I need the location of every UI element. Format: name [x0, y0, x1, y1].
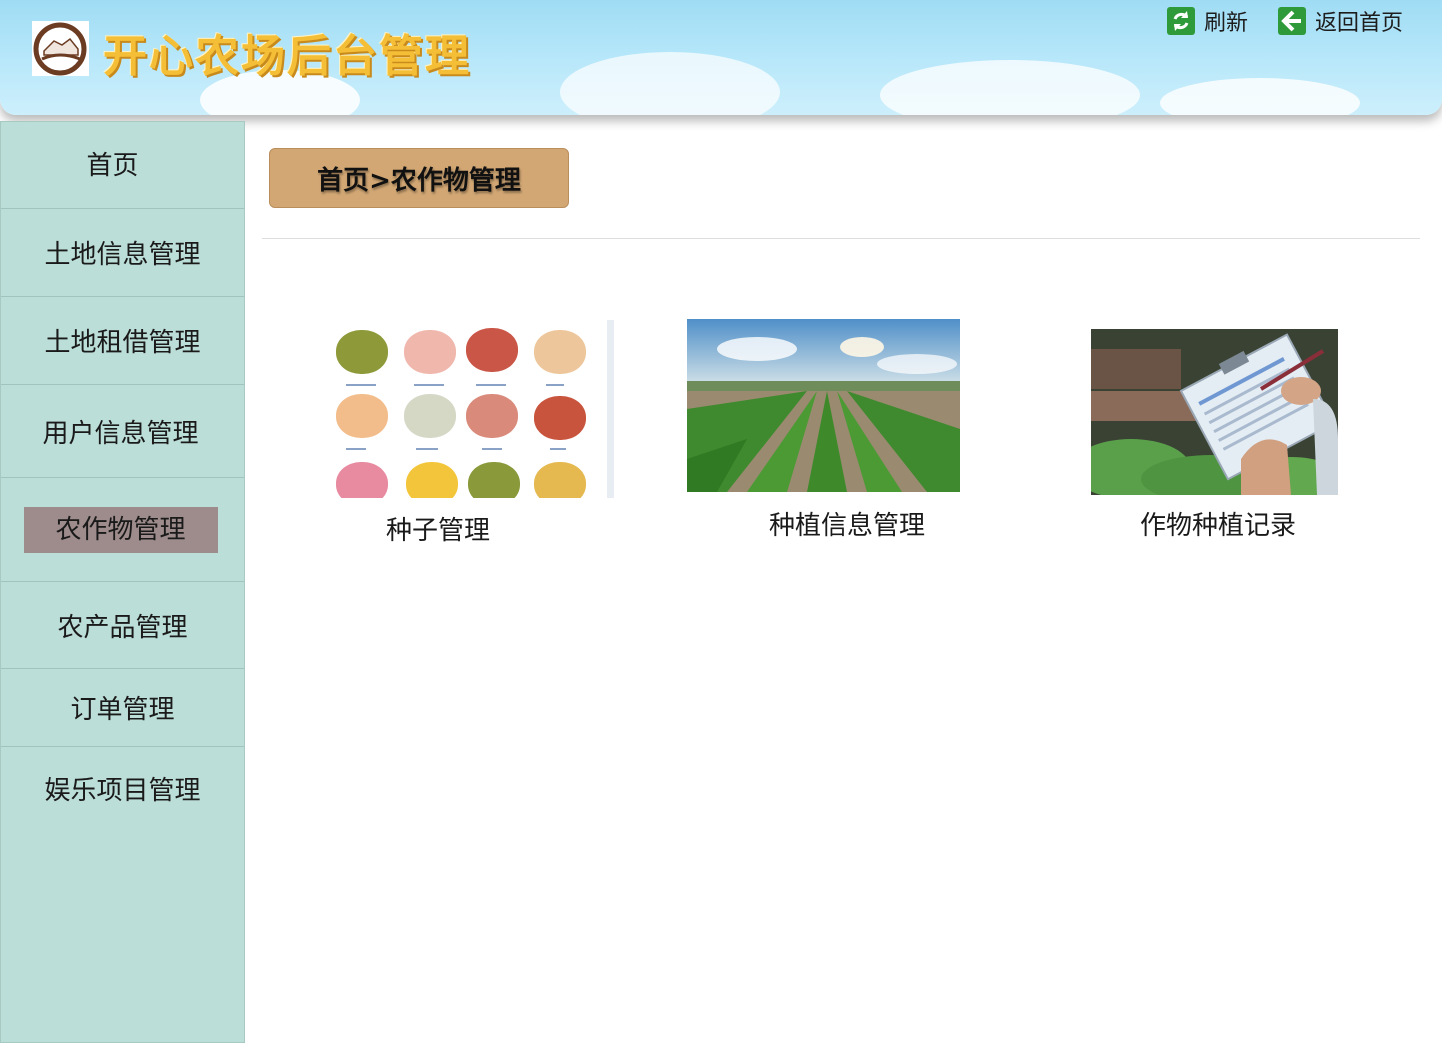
refresh-label: 刷新 — [1204, 11, 1249, 36]
sidebar-item-crop-management[interactable]: 农作物管理 — [1, 478, 244, 582]
card-crop-records[interactable]: 作物种植记录 — [1091, 328, 1351, 548]
sidebar-item-label: 娱乐项目管理 — [44, 775, 201, 806]
seed-caption — [482, 448, 502, 450]
sidebar-item-orders[interactable]: 订单管理 — [1, 669, 244, 747]
sidebar-item-land-rental[interactable]: 土地租借管理 — [1, 297, 244, 385]
header-banner: 开心农场后台管理 刷新 返回首页 — [0, 0, 1442, 115]
back-home-label: 返回首页 — [1315, 11, 1404, 36]
card-label: 种植信息管理 — [769, 511, 926, 541]
sidebar-item-label: 首页 — [86, 150, 139, 181]
seed-caption — [550, 448, 566, 450]
sidebar-item-label: 农作物管理 — [23, 506, 218, 553]
seed-caption — [476, 384, 506, 386]
refresh-button[interactable]: 刷新 — [1167, 6, 1248, 36]
sidebar-item-entertainment[interactable]: 娱乐项目管理 — [1, 747, 244, 831]
breadcrumb: 首页>农作物管理 — [269, 148, 569, 208]
sidebar-item-products[interactable]: 农产品管理 — [1, 582, 244, 669]
card-seed-management[interactable]: 种子管理 — [320, 318, 620, 548]
seeds-image — [324, 320, 614, 498]
seed-pile — [466, 328, 518, 372]
seed-pile — [534, 330, 586, 374]
seed-pile — [336, 462, 388, 498]
card-planting-info[interactable]: 种植信息管理 — [687, 318, 967, 548]
seed-pile — [468, 462, 520, 498]
sidebar-item-label: 土地信息管理 — [44, 240, 201, 270]
farm-logo — [32, 21, 89, 76]
card-label: 作物种植记录 — [1140, 511, 1297, 541]
sidebar-item-label: 土地租借管理 — [44, 328, 201, 358]
arrow-left-icon — [1278, 7, 1306, 35]
seed-pile — [466, 394, 518, 438]
card-label: 种子管理 — [386, 516, 491, 546]
sidebar-item-label: 订单管理 — [70, 695, 175, 725]
clipboard-image — [1091, 329, 1338, 495]
seed-caption — [346, 384, 376, 386]
sidebar-item-label: 农产品管理 — [57, 612, 188, 643]
content-divider — [262, 238, 1420, 239]
sidebar-item-land-info[interactable]: 土地信息管理 — [1, 209, 244, 297]
seed-pile — [404, 394, 456, 438]
back-home-button[interactable]: 返回首页 — [1278, 6, 1403, 36]
app-title: 开心农场后台管理 — [103, 31, 471, 82]
cloud-decoration — [1160, 78, 1360, 115]
seed-caption — [346, 448, 366, 450]
seed-pile — [534, 462, 586, 498]
sidebar-item-home[interactable]: 首页 — [1, 122, 244, 209]
seed-pile — [336, 330, 388, 374]
sidebar-item-label: 用户信息管理 — [42, 418, 199, 449]
seed-pile — [336, 394, 388, 438]
seed-caption — [414, 384, 444, 386]
sidebar-item-user-info[interactable]: 用户信息管理 — [1, 385, 244, 478]
seed-pile — [406, 462, 458, 498]
seed-caption — [546, 384, 564, 386]
seed-caption — [416, 448, 438, 450]
cloud-decoration — [880, 60, 1140, 115]
seed-pile — [404, 330, 456, 374]
sidebar-nav: 首页 土地信息管理 土地租借管理 用户信息管理 农作物管理 农产品管理 订单管理… — [0, 121, 245, 1043]
cloud-decoration — [560, 52, 780, 115]
refresh-icon — [1167, 7, 1195, 35]
seed-pile — [534, 396, 586, 440]
field-image — [687, 319, 960, 492]
